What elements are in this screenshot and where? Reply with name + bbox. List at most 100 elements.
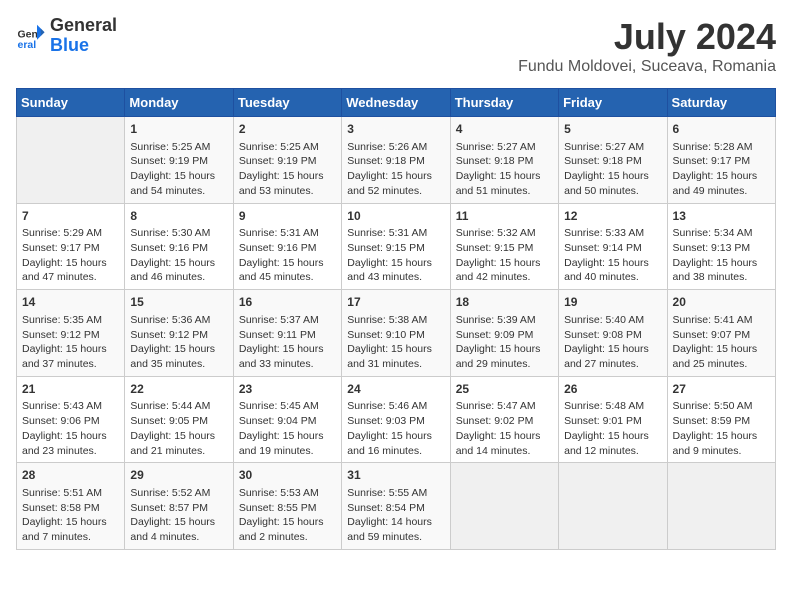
day-info: Sunrise: 5:27 AM Sunset: 9:18 PM Dayligh… (564, 140, 661, 199)
calendar-week-row: 1 Sunrise: 5:25 AM Sunset: 9:19 PM Daylig… (17, 117, 776, 204)
day-info: Sunrise: 5:41 AM Sunset: 9:07 PM Dayligh… (673, 313, 770, 372)
day-info: Sunrise: 5:43 AM Sunset: 9:06 PM Dayligh… (22, 399, 119, 458)
month-year: July 2024 (518, 16, 776, 58)
logo-text: General Blue (50, 16, 117, 56)
day-number: 18 (456, 294, 553, 311)
calendar-cell: 31Sunrise: 5:55 AM Sunset: 8:54 PM Dayli… (342, 463, 450, 550)
day-number: 8 (130, 208, 227, 225)
day-number: 14 (22, 294, 119, 311)
day-number: 12 (564, 208, 661, 225)
calendar-cell: 23Sunrise: 5:45 AM Sunset: 9:04 PM Dayli… (233, 376, 341, 463)
calendar-cell: 13Sunrise: 5:34 AM Sunset: 9:13 PM Dayli… (667, 203, 775, 290)
day-number: 16 (239, 294, 336, 311)
day-info: Sunrise: 5:25 AM Sunset: 9:19 PM Dayligh… (130, 140, 227, 199)
day-info: Sunrise: 5:26 AM Sunset: 9:18 PM Dayligh… (347, 140, 444, 199)
day-info: Sunrise: 5:34 AM Sunset: 9:13 PM Dayligh… (673, 226, 770, 285)
weekday-header-wednesday: Wednesday (342, 89, 450, 117)
calendar-cell: 9Sunrise: 5:31 AM Sunset: 9:16 PM Daylig… (233, 203, 341, 290)
day-info: Sunrise: 5:47 AM Sunset: 9:02 PM Dayligh… (456, 399, 553, 458)
weekday-header-friday: Friday (559, 89, 667, 117)
title-block: July 2024 Fundu Moldovei, Suceava, Roman… (518, 16, 776, 76)
day-info: Sunrise: 5:31 AM Sunset: 9:15 PM Dayligh… (347, 226, 444, 285)
day-number: 31 (347, 467, 444, 484)
day-number: 15 (130, 294, 227, 311)
weekday-header-row: SundayMondayTuesdayWednesdayThursdayFrid… (17, 89, 776, 117)
day-number: 7 (22, 208, 119, 225)
calendar-cell (17, 117, 125, 204)
day-number: 9 (239, 208, 336, 225)
weekday-header-monday: Monday (125, 89, 233, 117)
calendar-week-row: 7Sunrise: 5:29 AM Sunset: 9:17 PM Daylig… (17, 203, 776, 290)
calendar-cell: 7Sunrise: 5:29 AM Sunset: 9:17 PM Daylig… (17, 203, 125, 290)
day-number: 20 (673, 294, 770, 311)
day-info: Sunrise: 5:37 AM Sunset: 9:11 PM Dayligh… (239, 313, 336, 372)
day-number: 6 (673, 121, 770, 138)
calendar-cell: 14Sunrise: 5:35 AM Sunset: 9:12 PM Dayli… (17, 290, 125, 377)
day-number: 17 (347, 294, 444, 311)
day-number: 1 (130, 121, 227, 138)
calendar-cell: 12Sunrise: 5:33 AM Sunset: 9:14 PM Dayli… (559, 203, 667, 290)
day-info: Sunrise: 5:40 AM Sunset: 9:08 PM Dayligh… (564, 313, 661, 372)
day-number: 27 (673, 381, 770, 398)
day-info: Sunrise: 5:28 AM Sunset: 9:17 PM Dayligh… (673, 140, 770, 199)
calendar-cell (559, 463, 667, 550)
calendar-cell (667, 463, 775, 550)
day-info: Sunrise: 5:46 AM Sunset: 9:03 PM Dayligh… (347, 399, 444, 458)
day-number: 3 (347, 121, 444, 138)
day-info: Sunrise: 5:48 AM Sunset: 9:01 PM Dayligh… (564, 399, 661, 458)
day-info: Sunrise: 5:52 AM Sunset: 8:57 PM Dayligh… (130, 486, 227, 545)
calendar-cell: 25Sunrise: 5:47 AM Sunset: 9:02 PM Dayli… (450, 376, 558, 463)
day-number: 22 (130, 381, 227, 398)
calendar-week-row: 21Sunrise: 5:43 AM Sunset: 9:06 PM Dayli… (17, 376, 776, 463)
weekday-header-sunday: Sunday (17, 89, 125, 117)
calendar-week-row: 14Sunrise: 5:35 AM Sunset: 9:12 PM Dayli… (17, 290, 776, 377)
logo: Gen eral General Blue (16, 16, 117, 56)
logo-general: General (50, 15, 117, 35)
calendar-cell: 11Sunrise: 5:32 AM Sunset: 9:15 PM Dayli… (450, 203, 558, 290)
day-info: Sunrise: 5:29 AM Sunset: 9:17 PM Dayligh… (22, 226, 119, 285)
day-number: 11 (456, 208, 553, 225)
calendar-cell: 2 Sunrise: 5:25 AM Sunset: 9:19 PM Daylig… (233, 117, 341, 204)
calendar-cell: 15Sunrise: 5:36 AM Sunset: 9:12 PM Dayli… (125, 290, 233, 377)
day-info: Sunrise: 5:32 AM Sunset: 9:15 PM Dayligh… (456, 226, 553, 285)
calendar-week-row: 28Sunrise: 5:51 AM Sunset: 8:58 PM Dayli… (17, 463, 776, 550)
calendar-cell: 17 Sunrise: 5:38 AM Sunset: 9:10 PM Dayli… (342, 290, 450, 377)
calendar-cell: 21Sunrise: 5:43 AM Sunset: 9:06 PM Dayli… (17, 376, 125, 463)
calendar-cell: 29Sunrise: 5:52 AM Sunset: 8:57 PM Dayli… (125, 463, 233, 550)
logo-blue: Blue (50, 35, 89, 55)
day-info: Sunrise: 5:39 AM Sunset: 9:09 PM Dayligh… (456, 313, 553, 372)
day-number: 19 (564, 294, 661, 311)
day-info: Sunrise: 5:44 AM Sunset: 9:05 PM Dayligh… (130, 399, 227, 458)
day-number: 2 (239, 121, 336, 138)
day-number: 28 (22, 467, 119, 484)
calendar-cell: 22Sunrise: 5:44 AM Sunset: 9:05 PM Dayli… (125, 376, 233, 463)
calendar-cell: 30 Sunrise: 5:53 AM Sunset: 8:55 PM Dayli… (233, 463, 341, 550)
weekday-header-tuesday: Tuesday (233, 89, 341, 117)
day-info: Sunrise: 5:30 AM Sunset: 9:16 PM Dayligh… (130, 226, 227, 285)
day-number: 4 (456, 121, 553, 138)
calendar-cell: 16 Sunrise: 5:37 AM Sunset: 9:11 PM Dayli… (233, 290, 341, 377)
calendar-cell: 4 Sunrise: 5:27 AM Sunset: 9:18 PM Daylig… (450, 117, 558, 204)
calendar-cell: 28Sunrise: 5:51 AM Sunset: 8:58 PM Dayli… (17, 463, 125, 550)
calendar-cell: 27Sunrise: 5:50 AM Sunset: 8:59 PM Dayli… (667, 376, 775, 463)
day-number: 23 (239, 381, 336, 398)
day-info: Sunrise: 5:25 AM Sunset: 9:19 PM Dayligh… (239, 140, 336, 199)
day-number: 5 (564, 121, 661, 138)
day-info: Sunrise: 5:27 AM Sunset: 9:18 PM Dayligh… (456, 140, 553, 199)
svg-text:eral: eral (18, 39, 37, 51)
calendar-cell: 26Sunrise: 5:48 AM Sunset: 9:01 PM Dayli… (559, 376, 667, 463)
weekday-header-thursday: Thursday (450, 89, 558, 117)
calendar-cell: 18 Sunrise: 5:39 AM Sunset: 9:09 PM Dayli… (450, 290, 558, 377)
calendar-cell: 10Sunrise: 5:31 AM Sunset: 9:15 PM Dayli… (342, 203, 450, 290)
location: Fundu Moldovei, Suceava, Romania (518, 58, 776, 76)
day-info: Sunrise: 5:38 AM Sunset: 9:10 PM Dayligh… (347, 313, 444, 372)
day-number: 21 (22, 381, 119, 398)
calendar-cell: 19 Sunrise: 5:40 AM Sunset: 9:08 PM Dayli… (559, 290, 667, 377)
calendar-table: SundayMondayTuesdayWednesdayThursdayFrid… (16, 88, 776, 550)
day-number: 30 (239, 467, 336, 484)
calendar-cell: 3 Sunrise: 5:26 AM Sunset: 9:18 PM Daylig… (342, 117, 450, 204)
calendar-cell: 24Sunrise: 5:46 AM Sunset: 9:03 PM Dayli… (342, 376, 450, 463)
day-number: 24 (347, 381, 444, 398)
day-number: 25 (456, 381, 553, 398)
day-info: Sunrise: 5:53 AM Sunset: 8:55 PM Dayligh… (239, 486, 336, 545)
